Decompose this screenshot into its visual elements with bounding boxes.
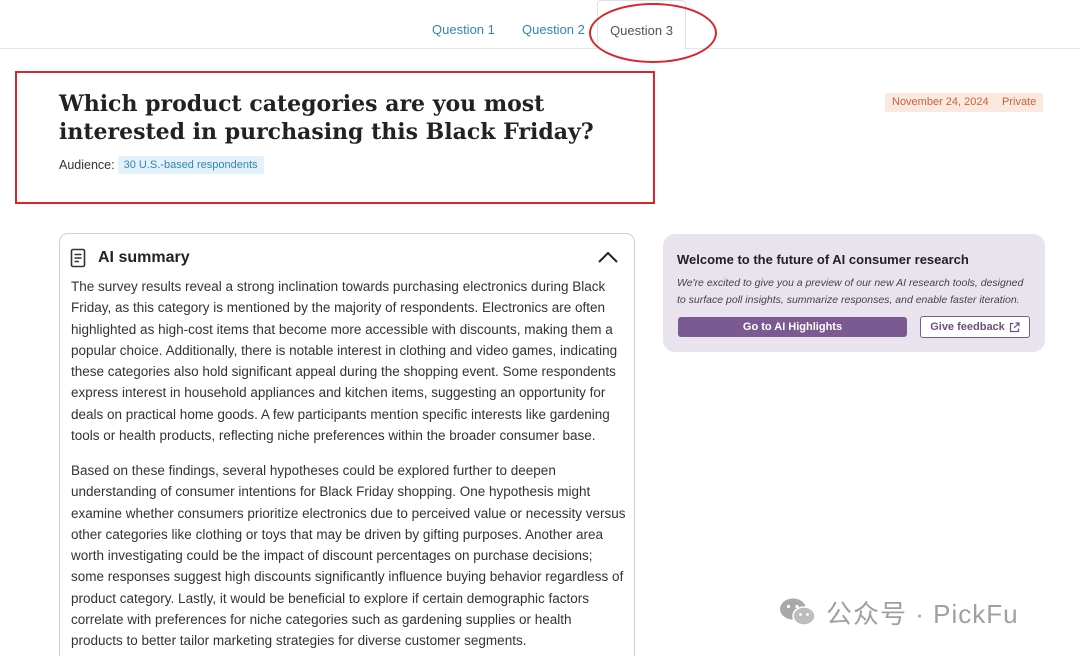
tab-highlight-circle: [589, 3, 717, 63]
promo-description: We're excited to give you a preview of o…: [677, 277, 1024, 306]
visibility-badge: Private: [995, 93, 1044, 112]
audience-label: Audience:: [59, 158, 115, 172]
watermark: 公众号 · PickFu: [778, 594, 1019, 630]
audience-badge: 30 U.S.-based respondents: [117, 156, 264, 174]
give-feedback-label: Give feedback: [930, 321, 1005, 333]
external-link-icon: [1009, 321, 1020, 332]
summary-paragraph: The survey results reveal a strong incli…: [71, 279, 618, 444]
tab-question-2[interactable]: Question 2: [522, 0, 585, 49]
ai-research-promo-card: Welcome to the future of AI consumer res…: [663, 234, 1045, 352]
question-tabs: Question 1 Question 2 Question 3: [0, 0, 1080, 50]
question-title: Which product categories are you most in…: [59, 91, 594, 145]
tab-question-1[interactable]: Question 1: [432, 0, 495, 49]
go-to-ai-highlights-button[interactable]: Go to AI Highlights: [678, 317, 907, 337]
date-badge: November 24, 2024: [885, 93, 996, 112]
ai-summary-card: AI summary The survey results reveal a s…: [59, 233, 635, 656]
promo-title: Welcome to the future of AI consumer res…: [677, 252, 969, 267]
wechat-icon: [780, 598, 816, 626]
chevron-up-icon[interactable]: [596, 247, 620, 267]
summary-paragraph: Based on these findings, several hypothe…: [71, 463, 626, 649]
ai-summary-title: AI summary: [98, 249, 190, 266]
audience-row: Audience: 30 U.S.-based respondents: [59, 155, 264, 175]
watermark-text: 公众号 · PickFu: [826, 598, 1019, 629]
give-feedback-button[interactable]: Give feedback: [920, 316, 1030, 338]
document-icon: [70, 248, 86, 268]
